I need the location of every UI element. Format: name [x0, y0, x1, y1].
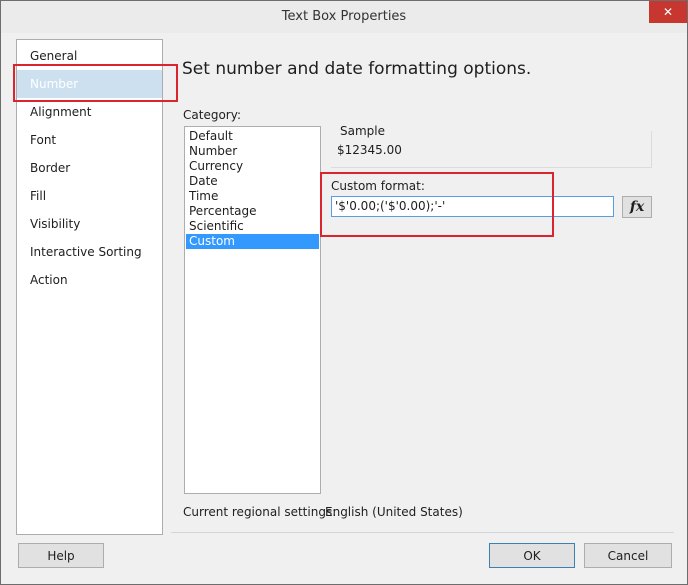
fx-icon: fx	[629, 199, 645, 215]
list-item[interactable]: Date	[186, 174, 319, 189]
sample-label: Sample	[340, 124, 385, 138]
nav-item-action[interactable]: Action	[17, 266, 162, 294]
category-label: Category:	[183, 108, 241, 122]
regional-settings-value: English (United States)	[325, 505, 463, 519]
expression-button[interactable]: fx	[622, 196, 652, 218]
list-item[interactable]: Currency	[186, 159, 319, 174]
help-button[interactable]: Help	[18, 543, 104, 568]
nav-highlight-annotation	[13, 64, 178, 102]
list-item[interactable]: Percentage	[186, 204, 319, 219]
title-bar: Text Box Properties ✕	[1, 1, 687, 33]
list-item-selected[interactable]: Custom	[186, 234, 319, 249]
list-item[interactable]: Scientific	[186, 219, 319, 234]
sample-value: $12345.00	[337, 143, 402, 157]
nav-item-border[interactable]: Border	[17, 154, 162, 182]
property-nav: General Number Alignment Font Border Fil…	[16, 39, 163, 535]
regional-settings-label: Current regional settings:	[183, 505, 337, 519]
category-listbox[interactable]: Default Number Currency Date Time Percen…	[184, 126, 321, 494]
nav-item-fill[interactable]: Fill	[17, 182, 162, 210]
cancel-button[interactable]: Cancel	[584, 543, 672, 568]
custom-format-highlight-annotation	[320, 172, 554, 237]
footer-divider	[171, 532, 674, 533]
nav-item-visibility[interactable]: Visibility	[17, 210, 162, 238]
list-item[interactable]: Time	[186, 189, 319, 204]
close-icon: ✕	[662, 5, 674, 19]
nav-item-interactive-sorting[interactable]: Interactive Sorting	[17, 238, 162, 266]
list-item[interactable]: Number	[186, 144, 319, 159]
nav-item-alignment[interactable]: Alignment	[17, 98, 162, 126]
nav-item-font[interactable]: Font	[17, 126, 162, 154]
ok-button[interactable]: OK	[489, 543, 575, 568]
dialog-window: Text Box Properties ✕ General Number Ali…	[0, 0, 688, 585]
list-item[interactable]: Default	[186, 129, 319, 144]
page-heading: Set number and date formatting options.	[182, 59, 532, 79]
window-title: Text Box Properties	[281, 9, 407, 24]
close-button[interactable]: ✕	[649, 1, 687, 23]
